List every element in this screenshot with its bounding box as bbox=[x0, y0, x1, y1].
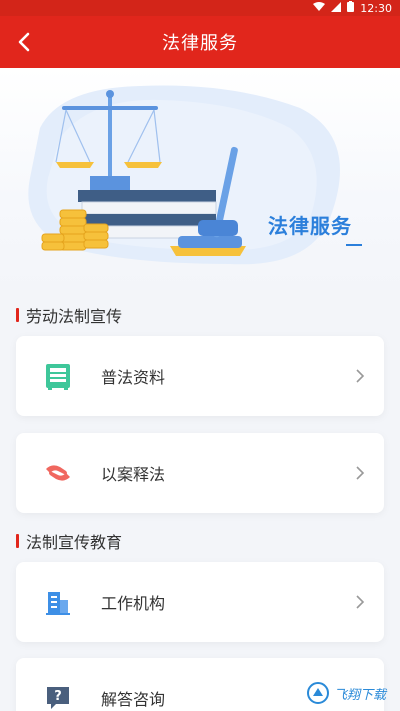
section-heading-labor: 劳动法制宣传 bbox=[16, 303, 122, 327]
card-label: 解答咨询 bbox=[101, 690, 166, 709]
watermark-text: 飞翔下载 bbox=[334, 687, 387, 703]
chevron-right-icon bbox=[356, 369, 365, 383]
handshake-icon bbox=[46, 465, 70, 481]
card-case-law[interactable]: 以案释法 bbox=[16, 433, 384, 513]
app-bar: 法律服务 bbox=[0, 16, 400, 68]
card-label: 工作机构 bbox=[101, 594, 166, 613]
hero-banner: 法律服务 bbox=[0, 68, 400, 290]
back-button[interactable] bbox=[6, 24, 42, 60]
watermark: 飞翔下载 bbox=[306, 678, 392, 708]
section-heading-label: 法制宣传教育 bbox=[26, 533, 123, 552]
status-time: 12:30 bbox=[360, 1, 392, 15]
signal-icon bbox=[331, 1, 342, 15]
card-work-agencies[interactable]: 工作机构 bbox=[16, 562, 384, 642]
justice-scale-illustration bbox=[28, 85, 340, 265]
status-bar: 12:30 bbox=[0, 0, 400, 16]
chevron-right-icon bbox=[356, 466, 365, 480]
document-cabinet-icon bbox=[46, 364, 70, 390]
hero-title-underline bbox=[346, 244, 362, 246]
watermark-logo-icon bbox=[307, 682, 329, 704]
section-heading-label: 劳动法制宣传 bbox=[26, 307, 123, 326]
card-label: 普法资料 bbox=[101, 368, 166, 387]
card-legal-materials[interactable]: 普法资料 bbox=[16, 336, 384, 416]
section-heading-education: 法制宣传教育 bbox=[16, 529, 122, 553]
hero-title: 法律服务 bbox=[268, 214, 352, 238]
svg-text:?: ? bbox=[54, 689, 62, 704]
card-label: 以案释法 bbox=[101, 465, 166, 484]
chevron-left-icon bbox=[18, 32, 30, 52]
section-marker bbox=[16, 534, 19, 548]
section-marker bbox=[16, 308, 19, 322]
question-bubble-icon: ? bbox=[47, 687, 69, 709]
battery-icon bbox=[347, 1, 355, 15]
building-icon bbox=[46, 592, 70, 615]
wifi-icon bbox=[313, 1, 326, 15]
chevron-right-icon bbox=[356, 595, 365, 609]
page-title: 法律服务 bbox=[162, 33, 238, 54]
